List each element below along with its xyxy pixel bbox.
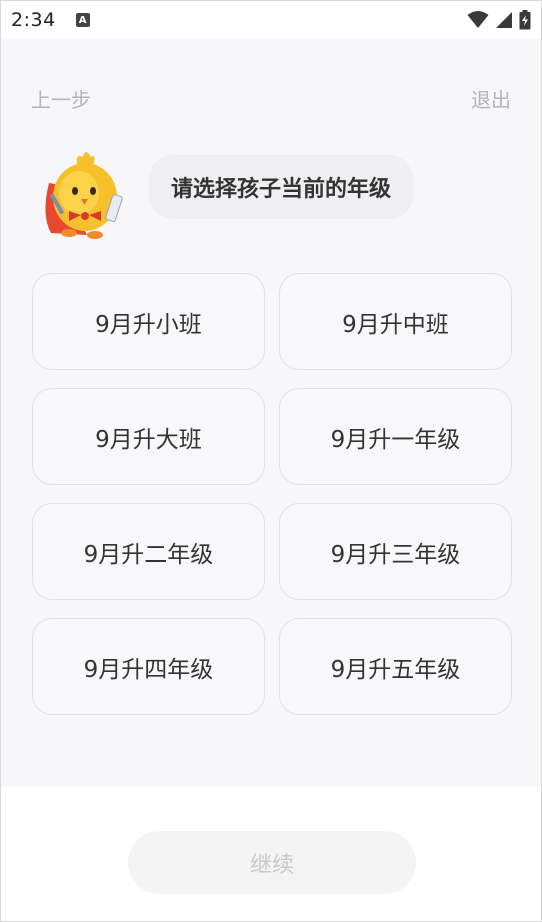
app-notification-icon: A: [75, 13, 90, 27]
status-bar: 2:34 A: [1, 1, 541, 39]
app-screen: 2:34 A 上一步 退出 请选择孩子当前的年级 9月升小班 9月升中班 9月升…: [0, 0, 542, 922]
status-icons: [467, 10, 531, 30]
grade-option-button[interactable]: 9月升中班: [279, 273, 512, 370]
status-time: 2:34: [11, 9, 56, 31]
battery-icon: [519, 10, 531, 30]
grade-option-button[interactable]: 9月升五年级: [279, 618, 512, 715]
question-bubble: 请选择孩子当前的年级: [149, 155, 414, 219]
grade-option-button[interactable]: 9月升一年级: [279, 388, 512, 485]
chick-mascot-icon: [45, 152, 123, 239]
wifi-icon: [467, 11, 489, 28]
grade-option-button[interactable]: 9月升大班: [32, 388, 265, 485]
grade-selection-panel: 上一步 退出 请选择孩子当前的年级 9月升小班 9月升中班 9月升大班 9月升一…: [1, 39, 541, 787]
exit-button[interactable]: 退出: [471, 84, 511, 113]
continue-button[interactable]: 继续: [128, 831, 416, 894]
back-button[interactable]: 上一步: [31, 84, 91, 113]
grade-option-button[interactable]: 9月升小班: [32, 273, 265, 370]
top-nav: 上一步 退出: [31, 83, 511, 113]
footer: 继续: [1, 787, 541, 921]
grade-option-button[interactable]: 9月升二年级: [32, 503, 265, 600]
signal-icon: [496, 12, 512, 28]
grade-options-grid: 9月升小班 9月升中班 9月升大班 9月升一年级 9月升二年级 9月升三年级 9…: [32, 273, 512, 715]
grade-option-button[interactable]: 9月升三年级: [279, 503, 512, 600]
grade-option-button[interactable]: 9月升四年级: [32, 618, 265, 715]
